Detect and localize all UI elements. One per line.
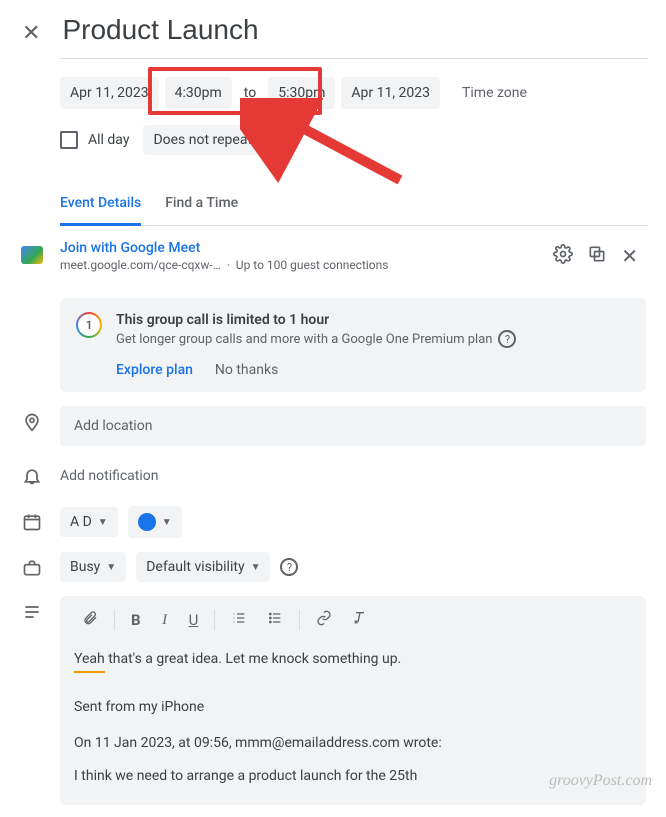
event-color-dropdown[interactable]: ▼ <box>128 506 182 538</box>
help-icon[interactable]: ? <box>498 330 516 348</box>
explore-plan-link[interactable]: Explore plan <box>116 362 193 378</box>
calendar-owner-dropdown[interactable]: A D ▼ <box>60 507 118 537</box>
chevron-down-icon: ▼ <box>258 135 268 146</box>
allday-checkbox[interactable] <box>60 131 78 149</box>
calendar-icon <box>20 506 44 532</box>
repeat-dropdown[interactable]: Does not repeat ▼ <box>143 125 278 155</box>
meet-guest-limit: Up to 100 guest connections <box>236 258 389 272</box>
join-meet-link[interactable]: Join with Google Meet <box>60 240 553 256</box>
underline-button[interactable]: U <box>181 607 207 633</box>
datetime-row: Apr 11, 2023 4:30pm to 5:30pm Apr 11, 20… <box>60 77 648 109</box>
link-button[interactable] <box>308 606 340 634</box>
visibility-help-icon[interactable]: ? <box>280 558 298 576</box>
meet-url: meet.google.com/qce-cqxw-… <box>60 258 221 272</box>
bold-button[interactable]: B <box>123 607 149 633</box>
location-input[interactable]: Add location <box>60 406 646 446</box>
event-title-input[interactable] <box>62 12 648 54</box>
start-time-chip[interactable]: 4:30pm <box>165 77 232 109</box>
allday-label: All day <box>88 132 129 148</box>
editor-toolbar: B I U <box>74 606 632 634</box>
description-body[interactable]: Yeah that's a great idea. Let me knock s… <box>74 648 632 787</box>
to-label: to <box>238 77 262 109</box>
color-swatch <box>138 513 156 531</box>
bullet-list-button[interactable] <box>259 606 291 634</box>
end-time-chip[interactable]: 5:30pm <box>268 77 335 109</box>
repeat-label: Does not repeat <box>153 132 252 148</box>
end-date-chip[interactable]: Apr 11, 2023 <box>341 77 440 109</box>
numbered-list-button[interactable] <box>223 606 255 634</box>
chevron-down-icon: ▼ <box>98 517 108 528</box>
location-icon <box>20 406 44 432</box>
bell-icon <box>20 460 44 486</box>
google-one-banner: 1 This group call is limited to 1 hour G… <box>60 298 646 392</box>
availability-dropdown[interactable]: Busy ▼ <box>60 552 126 582</box>
copy-meet-icon[interactable] <box>587 244 607 269</box>
banner-subtitle: Get longer group calls and more with a G… <box>116 332 492 347</box>
remove-meet-icon[interactable]: ✕ <box>621 244 638 268</box>
briefcase-icon <box>20 552 44 578</box>
italic-button[interactable]: I <box>153 608 177 633</box>
dismiss-banner-link[interactable]: No thanks <box>215 362 278 378</box>
attach-icon[interactable] <box>74 606 106 634</box>
meet-icon <box>20 240 44 264</box>
add-notification-button[interactable]: Add notification <box>60 460 646 492</box>
chevron-down-icon: ▼ <box>251 562 261 573</box>
meet-settings-icon[interactable] <box>553 244 573 269</box>
visibility-dropdown[interactable]: Default visibility ▼ <box>136 552 270 582</box>
timezone-button[interactable]: Time zone <box>452 77 537 109</box>
banner-title: This group call is limited to 1 hour <box>116 312 630 328</box>
tab-find-a-time[interactable]: Find a Time <box>165 185 238 225</box>
spellcheck-mark: Yeah <box>74 648 105 673</box>
description-icon <box>20 596 44 622</box>
close-icon[interactable]: ✕ <box>18 17 44 50</box>
description-editor[interactable]: B I U <box>60 596 646 805</box>
owner-initials: A D <box>70 514 92 530</box>
chevron-down-icon: ▼ <box>106 562 116 573</box>
clear-formatting-button[interactable] <box>344 606 376 634</box>
google-one-badge-icon: 1 <box>76 312 102 338</box>
start-date-chip[interactable]: Apr 11, 2023 <box>60 77 159 109</box>
tab-event-details[interactable]: Event Details <box>60 185 141 226</box>
chevron-down-icon: ▼ <box>162 517 172 528</box>
